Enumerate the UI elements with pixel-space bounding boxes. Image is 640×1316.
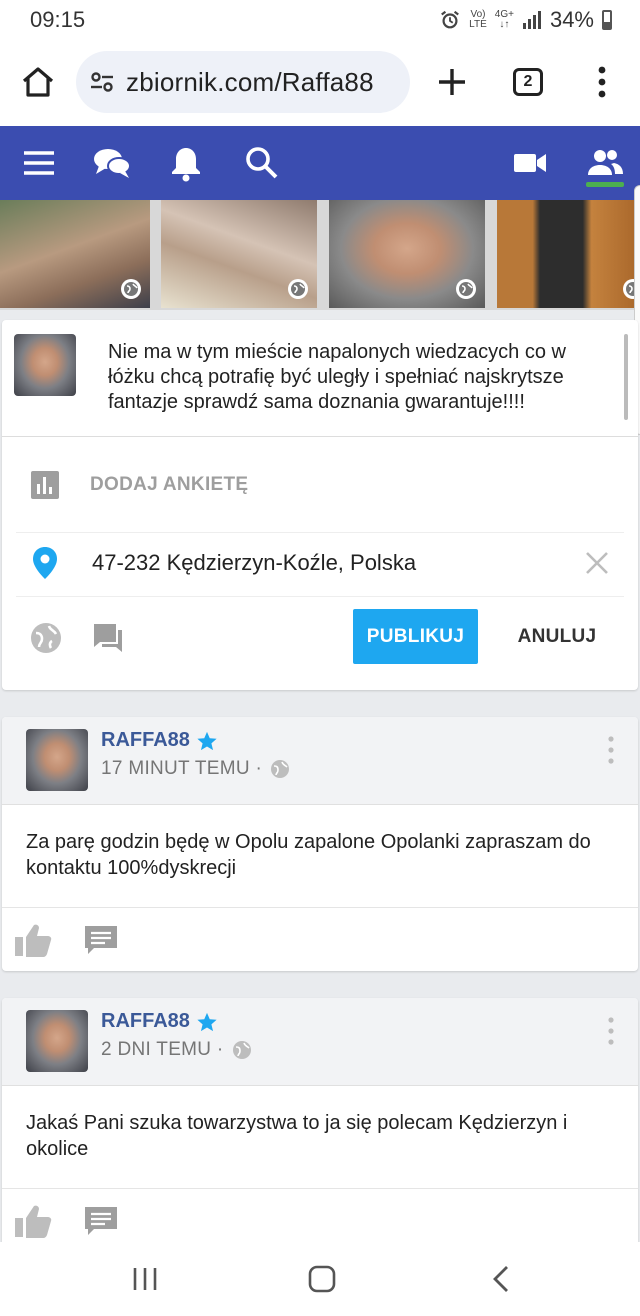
video-icon[interactable]	[510, 143, 550, 183]
search-icon[interactable]	[242, 143, 282, 183]
post-composer: Nie ma w tym mieście napalonych wiedzacy…	[2, 320, 638, 690]
photo-thumbnail[interactable]	[161, 200, 317, 308]
star-icon	[197, 1012, 217, 1031]
chat-icon[interactable]	[92, 143, 132, 183]
poll-icon	[31, 471, 59, 499]
status-time: 09:15	[30, 7, 86, 32]
post-card: RAFFA88 17 MINUT TEMU · Za parę godzin b…	[2, 717, 638, 971]
bell-icon[interactable]	[166, 143, 206, 183]
more-options-icon[interactable]	[606, 735, 616, 765]
post-meta: 2 DNI TEMU ·	[101, 1039, 252, 1061]
url-text[interactable]: zbiornik.com/Raffa88	[126, 67, 374, 98]
photo-thumbnail[interactable]	[497, 200, 640, 308]
volte-icon: Vo) LTE	[469, 9, 487, 30]
comment-icon[interactable]	[84, 923, 118, 957]
status-bar: 09:15 Vo) LTE 4G+ ↓↑ 34%	[0, 0, 640, 40]
divider	[2, 1188, 638, 1189]
battery-icon	[602, 10, 612, 30]
home-icon[interactable]	[305, 1264, 339, 1294]
post-card: RAFFA88 2 DNI TEMU · Jakaś Pani szuka to…	[2, 998, 638, 1252]
post-text: Jakaś Pani szuka towarzystwa to ja się p…	[26, 1112, 568, 1160]
menu-icon[interactable]	[20, 143, 60, 183]
browser-toolbar: zbiornik.com/Raffa88 2	[0, 40, 640, 126]
comment-icon[interactable]	[92, 622, 124, 654]
location-pin-icon	[33, 547, 57, 579]
system-navbar	[0, 1242, 640, 1316]
divider	[16, 596, 624, 597]
post-author[interactable]: RAFFA88	[101, 1010, 218, 1033]
add-poll-button[interactable]: DODAJ ANKIETĘ	[30, 470, 248, 500]
location-row[interactable]: 47-232 Kędzierzyn-Koźle, Polska	[32, 546, 416, 580]
divider	[2, 907, 638, 908]
photo-thumbnail[interactable]	[329, 200, 485, 308]
author-name: RAFFA88	[101, 1010, 190, 1032]
divider	[2, 436, 638, 437]
active-tab-indicator	[586, 182, 624, 187]
location-text: 47-232 Kędzierzyn-Koźle, Polska	[92, 550, 417, 575]
post-author[interactable]: RAFFA88	[101, 729, 218, 752]
publish-button[interactable]: PUBLIKUJ	[353, 609, 478, 664]
star-icon	[197, 731, 217, 750]
more-options-icon[interactable]	[606, 1016, 616, 1046]
friends-icon[interactable]	[585, 143, 625, 183]
signal-icon	[522, 11, 541, 29]
globe-icon	[456, 279, 476, 299]
back-icon[interactable]	[485, 1264, 519, 1294]
tabs-button[interactable]: 2	[513, 68, 543, 96]
post-time: 2 DNI TEMU ·	[101, 1039, 224, 1060]
avatar[interactable]	[26, 1010, 88, 1072]
comment-icon[interactable]	[84, 1204, 118, 1238]
battery-percent: 34%	[549, 7, 594, 32]
globe-icon	[271, 760, 290, 778]
data-icon: 4G+ ↓↑	[494, 9, 514, 30]
plus-icon[interactable]	[432, 62, 472, 102]
cancel-button[interactable]: ANULUJ	[498, 609, 616, 664]
like-icon[interactable]	[14, 923, 52, 957]
like-icon[interactable]	[14, 1204, 52, 1238]
address-bar[interactable]: zbiornik.com/Raffa88	[76, 51, 410, 113]
globe-icon	[232, 1041, 251, 1059]
avatar	[14, 334, 76, 396]
scrollbar[interactable]	[624, 334, 628, 420]
post-time: 17 MINUT TEMU ·	[101, 758, 263, 779]
divider	[16, 532, 624, 533]
photo-thumbnail[interactable]	[0, 200, 150, 308]
photo-strip	[0, 200, 640, 310]
add-poll-label: DODAJ ANKIETĘ	[90, 474, 249, 495]
post-header: RAFFA88 17 MINUT TEMU ·	[2, 717, 638, 805]
post-meta: 17 MINUT TEMU ·	[101, 758, 290, 780]
overflow-menu-icon[interactable]	[590, 62, 614, 102]
post-header: RAFFA88 2 DNI TEMU ·	[2, 998, 638, 1086]
globe-icon	[288, 279, 308, 299]
home-icon[interactable]	[18, 62, 58, 102]
recents-icon[interactable]	[128, 1264, 162, 1294]
app-navbar	[0, 126, 640, 200]
author-name: RAFFA88	[101, 729, 190, 751]
close-icon[interactable]	[584, 550, 610, 576]
avatar[interactable]	[26, 729, 88, 791]
alarm-icon	[441, 10, 460, 29]
post-text: Za parę godzin będę w Opolu zapalone Opo…	[26, 831, 591, 879]
globe-icon	[121, 279, 141, 299]
composer-text-input[interactable]: Nie ma w tym mieście napalonych wiedzacy…	[108, 340, 608, 415]
site-settings-icon[interactable]	[88, 68, 116, 96]
globe-icon[interactable]	[30, 622, 62, 654]
